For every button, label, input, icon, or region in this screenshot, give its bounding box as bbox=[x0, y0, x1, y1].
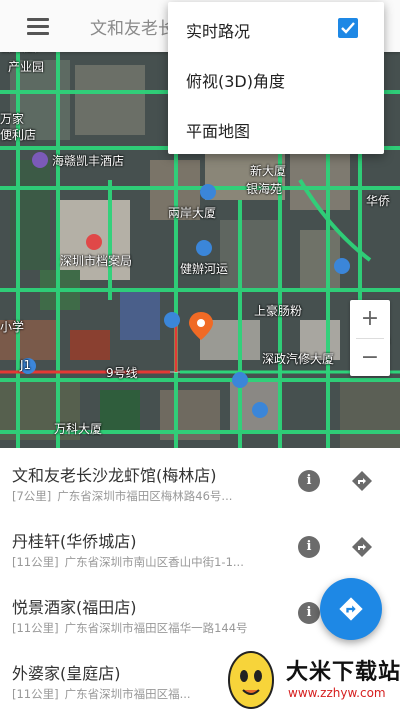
place-meta: [11公里] 广东省深圳市南山区香山中街1-1... bbox=[12, 554, 284, 570]
list-item[interactable]: 丹桂轩(华侨城店) [11公里] 广东省深圳市南山区香山中街1-1... i bbox=[0, 514, 400, 581]
list-item[interactable]: 文和友老长沙龙虾馆(梅林店) [7公里] 广东省深圳市福田区梅林路46号... i bbox=[0, 448, 400, 515]
watermark-title: 大米下载站 bbox=[286, 660, 400, 685]
zoom-in-button[interactable]: + bbox=[350, 300, 390, 337]
map-label: J1 bbox=[20, 358, 32, 372]
menu-item-label: 俯视(3D)角度 bbox=[186, 72, 285, 91]
directions-icon[interactable] bbox=[350, 535, 374, 559]
place-name: 文和友老长沙龙虾馆(梅林店) bbox=[12, 466, 217, 485]
search-input[interactable]: 文和友老长 bbox=[90, 14, 175, 39]
watermark: 大米下载站 www.zzhyw.com bbox=[212, 646, 400, 710]
menu-item-3d-view[interactable]: 俯视(3D)角度 bbox=[168, 54, 384, 104]
place-meta: [11公里] 广东省深圳市福田区福华一路144号 bbox=[12, 620, 284, 636]
address: 广东省深圳市南山区香山中街1-1... bbox=[64, 555, 244, 569]
map-options-menu: 实时路况 俯视(3D)角度 平面地图 bbox=[168, 2, 384, 154]
map-label: 银海苑 bbox=[246, 182, 283, 196]
hotel-poi-icon[interactable] bbox=[32, 152, 48, 168]
directions-icon[interactable] bbox=[350, 469, 374, 493]
building-poi-icon[interactable] bbox=[196, 240, 212, 256]
map-label: 海赣凯丰酒店 bbox=[52, 154, 125, 168]
map-label: 深圳市档案局 bbox=[60, 254, 133, 268]
navigation-icon bbox=[339, 597, 363, 621]
government-poi-icon[interactable] bbox=[86, 234, 102, 250]
map-label: 产业园 bbox=[8, 60, 45, 74]
parking-icon[interactable] bbox=[252, 402, 268, 418]
menu-item-label: 平面地图 bbox=[186, 122, 251, 141]
address: 广东省深圳市福田区福华一路144号 bbox=[64, 621, 248, 635]
menu-item-flat-map[interactable]: 平面地图 bbox=[168, 104, 384, 154]
address: 广东省深圳市福田区福... bbox=[64, 687, 191, 701]
distance: [11公里] bbox=[12, 687, 59, 701]
place-name: 外婆家(皇庭店) bbox=[12, 664, 121, 683]
map-label: 万家 bbox=[0, 112, 25, 126]
place-name: 悦景酒家(福田店) bbox=[12, 598, 137, 617]
map-label: 9号线 bbox=[106, 366, 138, 380]
address: 广东省深圳市福田区梅林路46号... bbox=[57, 489, 233, 503]
distance: [11公里] bbox=[12, 555, 59, 569]
map-label: 新大厦 bbox=[250, 164, 287, 178]
hamburger-icon[interactable] bbox=[24, 15, 52, 37]
map-label: 便利店 bbox=[0, 128, 37, 142]
info-icon[interactable]: i bbox=[298, 602, 320, 624]
bus-stop-icon[interactable] bbox=[232, 372, 248, 388]
zoom-out-button[interactable]: − bbox=[350, 339, 390, 376]
navigate-button[interactable] bbox=[320, 578, 382, 640]
menu-item-label: 实时路况 bbox=[186, 22, 251, 41]
place-name: 丹桂轩(华侨城店) bbox=[12, 532, 137, 551]
watermark-logo-icon bbox=[228, 651, 274, 709]
map-label: 华侨 bbox=[366, 194, 391, 208]
menu-item-traffic[interactable]: 实时路况 bbox=[168, 4, 384, 54]
distance: [11公里] bbox=[12, 621, 59, 635]
zoom-controls: + − bbox=[350, 300, 390, 376]
traffic-checkbox[interactable] bbox=[338, 18, 358, 38]
place-meta: [7公里] 广东省深圳市福田区梅林路46号... bbox=[12, 488, 284, 504]
map-label: 上豪肠粉 bbox=[254, 304, 303, 318]
building-poi-icon-2[interactable] bbox=[200, 184, 216, 200]
map-label: 兩岸大厦 bbox=[168, 206, 217, 220]
bus-poi-icon-2[interactable] bbox=[334, 258, 350, 274]
map-label: 深政汽修大厦 bbox=[262, 352, 335, 366]
map-label: 健辦河运 bbox=[180, 262, 229, 276]
distance: [7公里] bbox=[12, 489, 52, 503]
map-label: 万科大厦 bbox=[54, 422, 103, 436]
bus-poi-icon[interactable] bbox=[164, 312, 180, 328]
map-label: 小学 bbox=[0, 320, 25, 334]
info-icon[interactable]: i bbox=[298, 470, 320, 492]
watermark-url: www.zzhyw.com bbox=[288, 686, 386, 700]
check-icon bbox=[341, 22, 355, 34]
info-icon[interactable]: i bbox=[298, 536, 320, 558]
